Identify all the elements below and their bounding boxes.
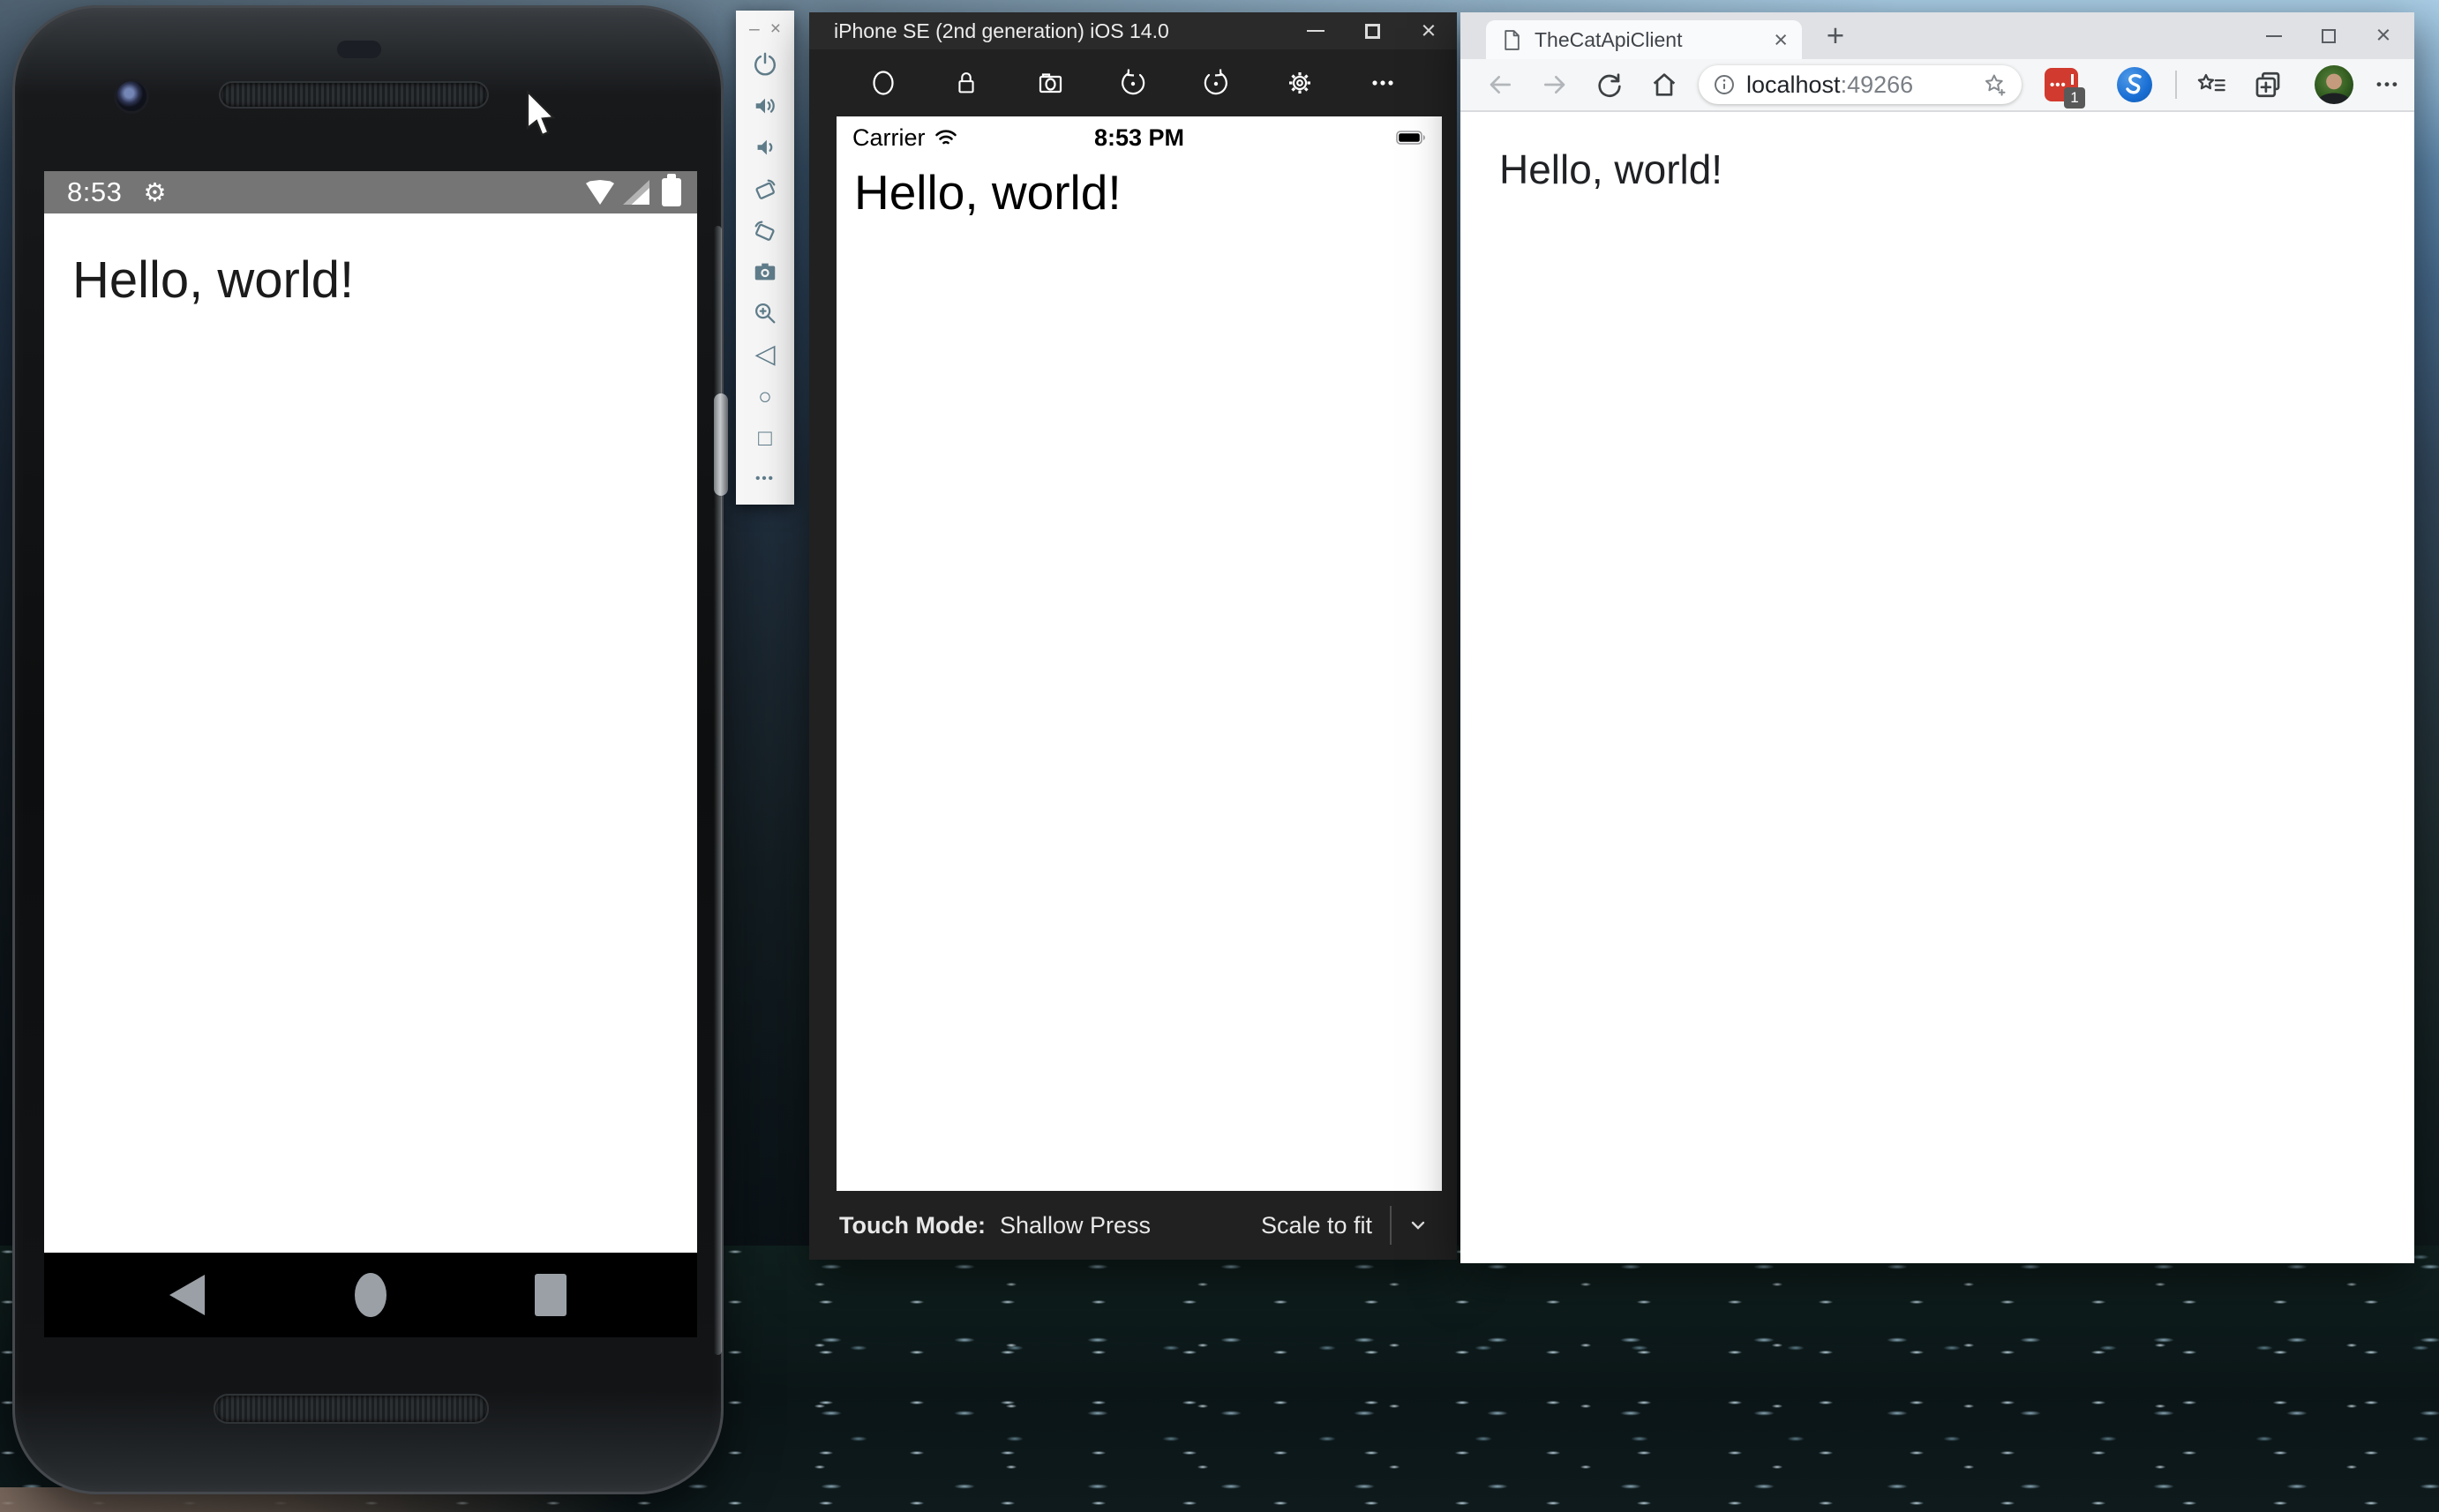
browser-navbar: localhost:49266 ••• 1 [1460,59,2414,112]
browser-menu-button[interactable]: ••• [2376,76,2400,94]
android-hello-text: Hello, world! [44,213,697,310]
emulator-power-button[interactable] [736,44,794,86]
emulator-screenshot-button[interactable] [736,251,794,293]
ios-window-controls: × [1287,12,1457,49]
minimize-button[interactable] [1287,12,1344,49]
settings-gear-button[interactable] [1280,64,1319,102]
emulator-back-button[interactable]: ◁ [736,333,794,375]
ios-screen: Carrier 8:53 PM Hello, world! [837,116,1442,1191]
android-nav-bar [44,1253,697,1337]
profile-avatar[interactable] [2315,65,2353,104]
forward-button[interactable] [1527,64,1582,106]
screenshot-button[interactable] [1031,64,1069,102]
sensor-cutout [337,41,381,58]
bottom-speaker [215,1396,487,1422]
emulator-more-button[interactable]: ••• [736,458,794,499]
front-camera [116,81,146,111]
extension-badge: 1 [2064,87,2085,109]
ios-status-bar: Carrier 8:53 PM [837,116,1442,159]
ios-clock: 8:53 PM [837,124,1442,152]
close-icon[interactable]: × [770,19,781,40]
maximize-icon [2322,29,2336,43]
refresh-button[interactable] [1582,64,1637,106]
ios-window-title: iPhone SE (2nd generation) iOS 14.0 [834,19,1169,43]
emulator-toolbar: – × [736,11,794,505]
android-emulator-device: 8:53 ⚙ Hello, world! [12,5,724,1494]
emulator-toolbar-window-controls: – × [736,14,794,44]
url-port: :49266 [1841,71,1914,99]
close-button[interactable]: × [2356,12,2411,59]
toolbar-divider [2175,71,2177,99]
cell-signal-icon [623,180,649,205]
browser-tab-strip: TheCatApiClient × + × [1460,12,2414,59]
new-tab-button[interactable]: + [1817,19,1854,54]
maximize-button[interactable] [2301,12,2356,59]
browser-hello-text: Hello, world! [1460,112,2414,193]
page-icon [1500,29,1522,51]
emulator-overview-button[interactable]: □ [736,416,794,458]
android-screen: 8:53 ⚙ Hello, world! [44,171,697,1337]
home-circle-button[interactable] [864,64,903,102]
android-app-view: Hello, world! [44,213,697,1253]
ios-simulator-toolbar [809,49,1457,116]
chevron-down-icon[interactable] [1409,1219,1427,1231]
maximize-icon [1365,24,1380,39]
browser-page-content: Hello, world! [1460,112,2414,193]
info-icon[interactable] [1713,73,1736,96]
close-button[interactable]: × [1400,12,1457,49]
scale-to-fit-label: Scale to fit [1261,1212,1372,1239]
url-host: localhost [1746,71,1841,99]
address-bar[interactable]: localhost:49266 [1699,65,2022,104]
add-favorite-star-icon[interactable] [1983,72,2007,97]
favorites-button[interactable] [2184,64,2239,106]
password-extension-icon[interactable]: ••• 1 [2045,68,2078,101]
browser-window-controls: × [2247,12,2411,59]
ios-hello-text: Hello, world! [854,164,1442,221]
android-back-button[interactable] [169,1275,205,1315]
desktop: 8:53 ⚙ Hello, world! – × [0,0,2439,1512]
minimize-icon[interactable]: – [749,19,760,40]
emulator-rotate-right-button[interactable] [736,210,794,251]
battery-icon [662,178,681,206]
wifi-icon [586,180,614,205]
gear-icon: ⚙ [143,177,166,208]
ios-simulator-window: iPhone SE (2nd generation) iOS 14.0 × [809,12,1457,1260]
ios-simulator-titlebar: iPhone SE (2nd generation) iOS 14.0 × [809,12,1457,49]
android-clock: 8:53 [67,176,122,208]
tab-title: TheCatApiClient [1535,28,1774,52]
rotate-left-button[interactable] [1114,64,1152,102]
touch-mode-label: Touch Mode: [839,1212,986,1239]
minimize-icon [2266,35,2282,37]
blue-extension-icon[interactable] [2117,67,2152,102]
mouse-cursor [524,90,559,139]
android-home-button[interactable] [355,1273,386,1317]
rotate-right-button[interactable] [1197,64,1235,102]
android-status-bar: 8:53 ⚙ [44,171,697,213]
emulator-volume-down-button[interactable] [736,127,794,168]
browser-window: TheCatApiClient × + × [1460,12,2414,1263]
lock-button[interactable] [947,64,986,102]
ios-simulator-footer: Touch Mode: Shallow Press Scale to fit [809,1191,1457,1260]
minimize-icon [1307,30,1325,32]
back-button[interactable] [1473,64,1527,106]
home-button[interactable] [1637,64,1692,106]
maximize-button[interactable] [1344,12,1400,49]
collections-button[interactable] [2240,64,2295,106]
emulator-volume-up-button[interactable] [736,86,794,127]
minimize-button[interactable] [2247,12,2301,59]
tab-close-icon[interactable]: × [1774,26,1788,54]
earpiece-speaker [221,83,487,107]
emulator-zoom-button[interactable] [736,292,794,333]
emulator-rotate-left-button[interactable] [736,168,794,210]
android-overview-button[interactable] [535,1274,567,1316]
touch-mode-value: Shallow Press [1000,1212,1151,1239]
footer-divider [1390,1206,1392,1245]
emulator-home-button[interactable]: ○ [736,375,794,416]
more-ellipsis-button[interactable] [1363,64,1402,102]
browser-tab-active[interactable]: TheCatApiClient × [1486,20,1802,59]
phone-power-button [714,393,728,496]
